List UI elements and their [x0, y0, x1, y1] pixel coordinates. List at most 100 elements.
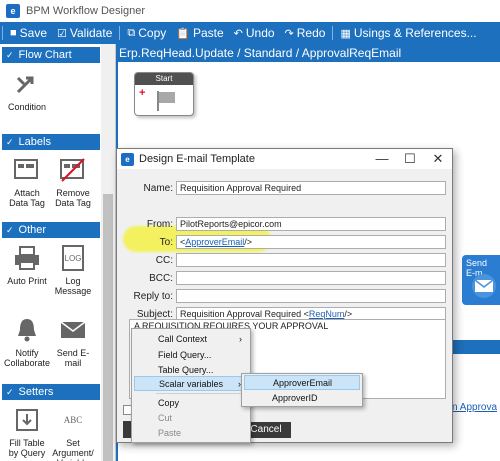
name-label: Name: — [143, 183, 173, 194]
menu-item-call-context[interactable]: Call Context › — [134, 332, 248, 347]
name-field[interactable]: Requisition Approval Required — [176, 181, 446, 195]
usings-references-button[interactable]: ▦ Usings & References... — [335, 22, 481, 44]
copy-label: Copy — [138, 26, 167, 40]
start-node-label: Start — [135, 73, 193, 85]
minimize-icon[interactable]: — — [368, 149, 396, 169]
dialog-title-bar: e Design E-mail Template — ☐ ✕ — [117, 149, 452, 169]
plus-icon[interactable]: + — [139, 87, 145, 99]
references-icon: ▦ — [340, 27, 351, 40]
condition-tool[interactable]: Condition — [4, 70, 50, 112]
section-flow-chart[interactable]: ✓ Flow Chart — [2, 47, 100, 63]
chevron-down-icon: ✓ — [6, 49, 14, 60]
subject-variable-link[interactable]: ReqNum — [309, 309, 345, 319]
section-setters[interactable]: ✓ Setters — [2, 384, 100, 400]
abc-icon: ABC — [64, 415, 83, 425]
app-logo-icon: e — [6, 4, 20, 18]
cc-label: CC: — [155, 255, 173, 266]
section-label: Other — [18, 224, 47, 236]
menu-item-label: Call Context — [158, 334, 208, 344]
menu-item-label: Paste — [158, 428, 182, 438]
chevron-down-icon: ✓ — [6, 386, 14, 397]
submenu-item-approverid[interactable]: ApproverID — [244, 391, 360, 406]
save-icon: ■ — [10, 27, 17, 39]
log-message-tool[interactable]: LOG Log Message — [50, 244, 96, 296]
start-node[interactable]: Start + — [134, 72, 194, 116]
section-label: Labels — [18, 136, 51, 148]
toolbox-scrollbar-thumb[interactable] — [103, 194, 113, 461]
copy-button[interactable]: ⧉ Copy — [122, 22, 171, 44]
log-badge: LOG — [65, 254, 82, 263]
section-other[interactable]: ✓ Other — [2, 222, 100, 238]
menu-item-paste[interactable]: Paste — [134, 426, 248, 441]
close-icon[interactable]: ✕ — [424, 149, 452, 169]
tool-label: Condition — [7, 102, 47, 112]
menu-item-label: Copy — [158, 398, 180, 408]
tool-label: Attach Data Tag — [9, 188, 45, 208]
paste-button[interactable]: 📋 Paste — [171, 22, 228, 44]
chevron-right-icon: › — [239, 334, 242, 344]
remove-data-tag-tool[interactable]: Remove Data Tag — [50, 156, 96, 208]
bell-icon — [18, 319, 36, 342]
from-label: From: — [146, 219, 173, 230]
tool-label: Set Argument/ Variable — [52, 438, 94, 461]
redo-icon: ↷ — [284, 27, 294, 40]
maximize-icon[interactable]: ☐ — [396, 149, 424, 169]
printer-icon — [15, 246, 39, 270]
tool-label: Notify Collaborate — [4, 348, 51, 368]
send-email-tool[interactable]: Send E-mail — [50, 316, 96, 368]
tool-label: Send E-mail — [56, 348, 90, 368]
toolbar-divider — [2, 26, 3, 40]
save-label: Save — [19, 26, 48, 40]
bcc-label: BCC: — [149, 273, 173, 284]
notify-collaborate-tool[interactable]: Notify Collaborate — [4, 316, 50, 368]
save-button[interactable]: ■ Save — [5, 22, 52, 44]
envelope-icon — [472, 274, 496, 298]
menu-item-scalar-variables[interactable]: Scalar variables › — [134, 376, 248, 391]
tag-add-icon — [14, 159, 38, 179]
chevron-down-icon: ✓ — [6, 136, 14, 147]
from-field[interactable]: PilotReports@epicor.com — [176, 217, 446, 231]
approval-link[interactable]: n Approva — [452, 402, 497, 413]
app-logo-icon: e — [121, 152, 134, 166]
submenu-item-approveremail[interactable]: ApproverEmail — [244, 375, 360, 390]
menu-item-label: Cut — [158, 413, 173, 423]
bcc-field[interactable] — [176, 271, 446, 285]
undo-button[interactable]: ↶ Undo — [229, 22, 280, 44]
set-argument-tool[interactable]: ABC Set Argument/ Variable — [50, 406, 96, 461]
fill-table-by-query-tool[interactable]: Fill Table by Query — [4, 406, 50, 458]
copy-icon: ⧉ — [127, 26, 136, 39]
checkbox-icon: ☑ — [57, 27, 67, 40]
undo-label: Undo — [245, 26, 275, 40]
menu-item-copy[interactable]: Copy — [134, 396, 248, 411]
cc-field[interactable] — [176, 253, 446, 267]
redo-button[interactable]: ↷ Redo — [280, 22, 331, 44]
envelope-icon — [60, 321, 86, 338]
menu-item-field-query[interactable]: Field Query... — [134, 348, 248, 363]
redo-label: Redo — [296, 26, 326, 40]
app-title-bar: e BPM Workflow Designer — [0, 0, 500, 22]
subject-prefix: Requisition Approval Required < — [180, 309, 309, 319]
flag-icon — [157, 91, 175, 111]
replyto-field[interactable] — [176, 289, 446, 303]
menu-separator — [156, 393, 246, 394]
tool-label: Remove Data Tag — [55, 188, 91, 208]
validate-button[interactable]: ☑ Validate — [52, 22, 117, 44]
breadcrumb: Erp.ReqHead.Update / Standard / Approval… — [119, 46, 402, 60]
condition-icon — [16, 76, 34, 94]
section-label: Setters — [18, 386, 54, 398]
send-email-node[interactable]: Send E-m — [462, 255, 500, 305]
to-field[interactable]: <ApproverEmail/> — [176, 235, 446, 249]
toolbar: ■ Save ☑ Validate ⧉ Copy 📋 Paste ↶ Undo … — [0, 22, 500, 44]
menu-item-label: Field Query... — [158, 350, 212, 360]
menu-item-cut[interactable]: Cut — [134, 411, 248, 426]
undo-icon: ↶ — [233, 27, 243, 40]
section-labels[interactable]: ✓ Labels — [2, 134, 100, 150]
auto-print-tool[interactable]: Auto Print — [4, 244, 50, 286]
context-menu: Call Context › Field Query... Table Quer… — [131, 328, 251, 443]
to-variable-link[interactable]: ApproverEmail — [185, 237, 244, 247]
attach-data-tag-tool[interactable]: Attach Data Tag — [4, 156, 50, 208]
log-icon: LOG — [62, 245, 84, 271]
menu-item-label: Scalar variables — [159, 379, 224, 389]
toolbox-panel: ✓ Flow Chart Condition ✓ Labels Attach D… — [0, 44, 116, 461]
dialog-title: Design E-mail Template — [139, 153, 255, 165]
